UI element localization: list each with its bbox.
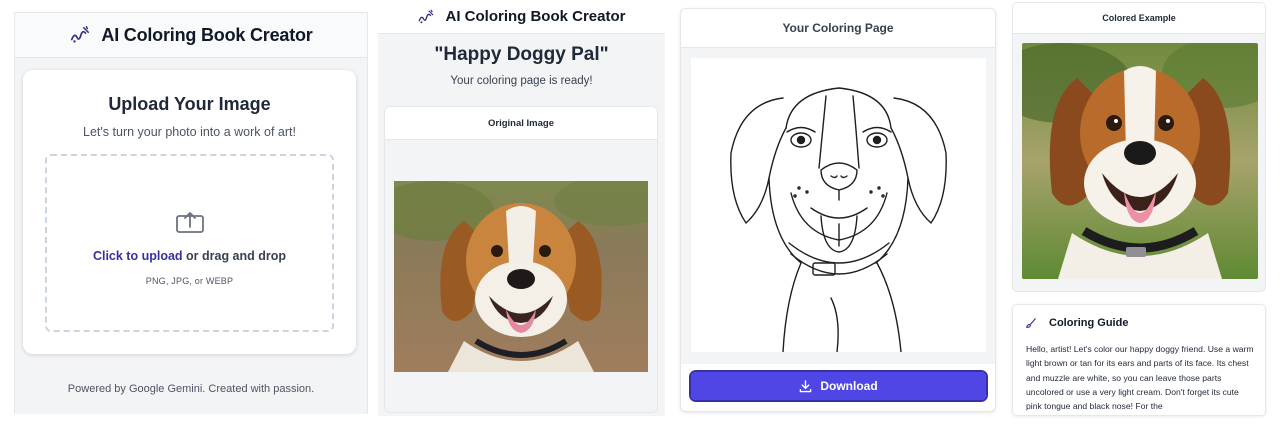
upload-icon [176,212,204,233]
colored-example-header: Colored Example [1013,3,1265,34]
original-image-card: Original Image [384,106,658,413]
coloring-guide-card: Coloring Guide Hello, artist! Let's colo… [1012,304,1266,416]
app-header: AI Coloring Book Creator [15,12,367,58]
upload-card: Upload Your Image Let's turn your photo … [23,70,356,354]
coloring-guide-text: Hello, artist! Let's color our happy dog… [1026,344,1254,412]
colored-example-card: Colored Example [1012,2,1266,292]
drag-drop-text: or drag and drop [182,249,287,263]
app-header: AI Coloring Book Creator [378,0,665,34]
colored-example-image [1022,43,1258,279]
upload-panel: AI Coloring Book Creator Upload Your Ima… [14,12,368,414]
coloring-guide-title: Coloring Guide [1049,317,1129,329]
result-panel: AI Coloring Book Creator "Happy Doggy Pa… [378,0,665,416]
download-icon [800,379,812,392]
download-button[interactable]: Download [689,370,988,402]
upload-heading: Upload Your Image [108,94,271,114]
file-formats-text: PNG, JPG, or WEBP [145,276,234,286]
upload-instructions: Click to upload or drag and drop [47,249,332,263]
app-title: AI Coloring Book Creator [445,8,626,25]
original-photo [394,181,648,372]
coloring-page-title: "Happy Doggy Pal" [434,44,609,65]
brush-icon [1026,318,1036,328]
upload-subtitle: Let's turn your photo into a work of art… [83,125,296,139]
coloring-page-header: Your Coloring Page [681,9,995,48]
upload-dropzone[interactable]: Click to upload or drag and drop PNG, JP… [45,154,334,332]
click-to-upload-link[interactable]: Click to upload [93,249,183,263]
app-title: AI Coloring Book Creator [101,24,313,45]
line-art-image [691,58,986,353]
status-text: Your coloring page is ready! [450,75,593,87]
logo-icon [419,9,434,23]
coloring-page-canvas [681,48,995,364]
coloring-guide-header: Coloring Guide [1025,317,1128,329]
colored-example-panel: Colored Example Coloring Guide Hello, ar… [1010,0,1266,416]
coloring-page-panel: Your Coloring Page Download [680,8,996,412]
original-image-label: Original Image [385,107,657,140]
download-label: Download [820,379,878,393]
logo-icon [71,26,90,43]
footer-text: Powered by Google Gemini. Created with p… [67,383,315,395]
